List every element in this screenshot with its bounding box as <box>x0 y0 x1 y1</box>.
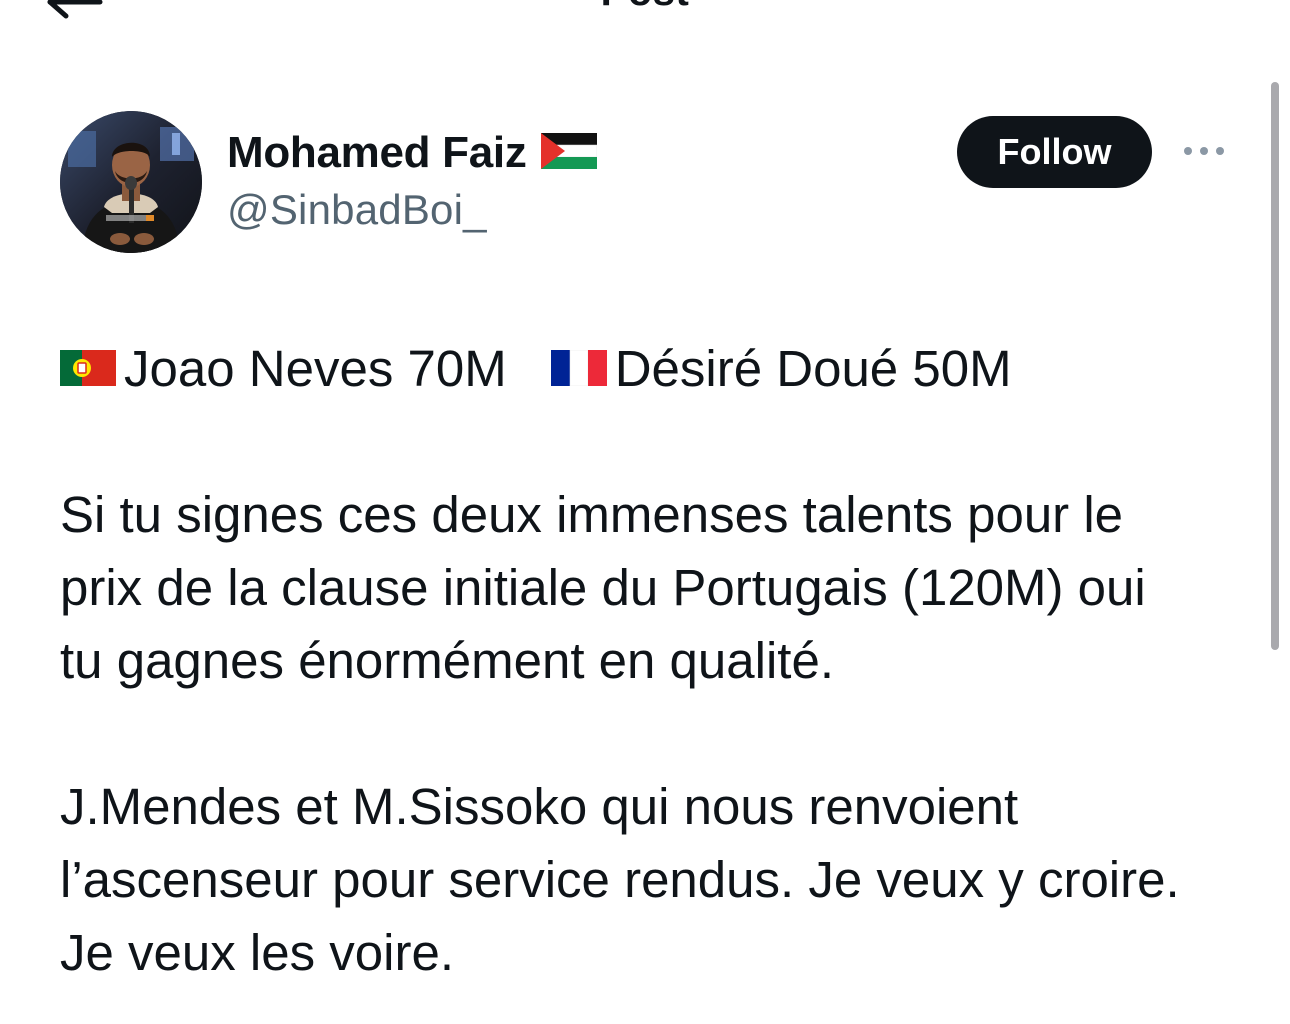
more-dots-icon <box>1182 144 1226 162</box>
france-flag-icon <box>550 332 607 405</box>
tweet-line-transfers: Joao Neves 70M Désiré Doué 50M <box>60 332 1250 405</box>
tweet-text: Joao Neves 70M Désiré Doué 50M Si tu sig… <box>60 332 1250 989</box>
post-screen: Post <box>0 0 1290 1024</box>
avatar[interactable] <box>60 111 202 253</box>
tweet-paragraph-2-line: tu gagnes énormément en qualité. <box>60 632 835 689</box>
tweet-paragraph-2-line: prix de la clause initiale du Portugais … <box>60 559 1146 616</box>
page-title: Post <box>0 0 1290 15</box>
author-name-row[interactable]: Mohamed Faiz <box>227 126 597 180</box>
follow-button[interactable]: Follow <box>957 116 1152 188</box>
palestine-flag-icon <box>540 132 597 174</box>
transfer-player-2: Désiré Doué 50M <box>614 340 1012 397</box>
scrollbar[interactable] <box>1271 82 1279 650</box>
tweet-paragraph-3-line: Je veux les voire. <box>60 924 455 981</box>
more-button[interactable] <box>1176 133 1232 173</box>
transfer-player-1: Joao Neves 70M <box>124 340 507 397</box>
tweet-paragraph-3-line: l’ascenseur pour service rendus. Je veux… <box>60 851 1180 908</box>
tweet-paragraph-3-line: J.Mendes et M.Sissoko qui nous renvoient <box>60 778 1019 835</box>
portugal-flag-icon <box>60 332 116 405</box>
avatar-photo <box>60 111 202 253</box>
author-handle[interactable]: @SinbadBoi_ <box>227 186 487 234</box>
author-name[interactable]: Mohamed Faiz <box>227 128 527 178</box>
tweet-paragraph-2-line: Si tu signes ces deux immenses talents p… <box>60 486 1124 543</box>
